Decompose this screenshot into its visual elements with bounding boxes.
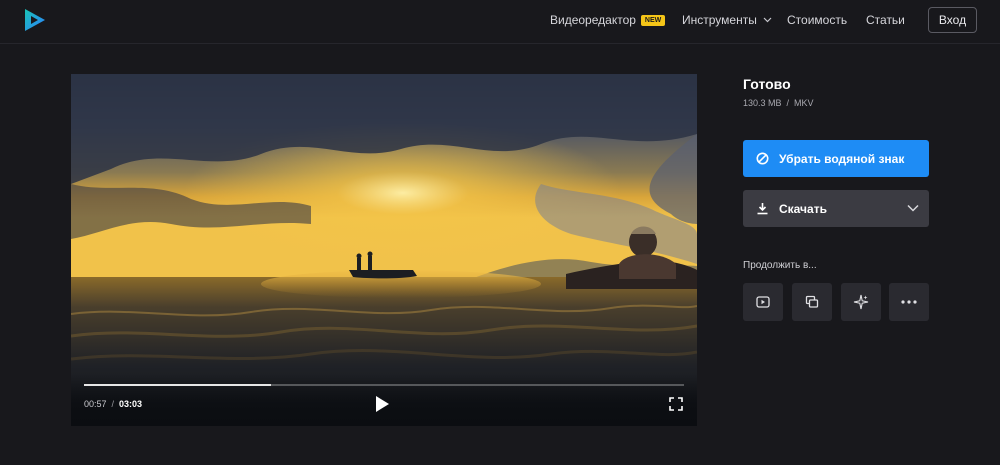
nav-pricing[interactable]: Стоимость	[787, 0, 847, 40]
nav-articles[interactable]: Статьи	[866, 0, 905, 40]
current-time: 00:57	[84, 399, 107, 409]
continue-in-label: Продолжить в...	[743, 260, 817, 271]
tool-video-player-button[interactable]	[743, 283, 783, 321]
remove-watermark-button[interactable]: Убрать водяной знак	[743, 140, 929, 177]
status-title: Готово	[743, 76, 791, 92]
nav-pricing-label: Стоимость	[787, 13, 848, 27]
total-time: 03:03	[119, 399, 143, 409]
chevron-down-icon	[763, 17, 772, 23]
play-icon[interactable]	[374, 395, 390, 413]
more-icon	[901, 300, 917, 304]
meta-separator: /	[786, 98, 790, 108]
tool-enhance-button[interactable]	[841, 283, 881, 321]
nav-video-editor[interactable]: Видеоредактор NEW	[550, 0, 666, 40]
top-header: Видеоредактор NEW Инструменты Стоимость …	[0, 0, 1000, 44]
play-logo-icon[interactable]	[22, 7, 48, 33]
tool-more-button[interactable]	[889, 283, 929, 321]
chevron-down-icon[interactable]	[907, 204, 919, 212]
time-separator: /	[111, 399, 115, 409]
remove-watermark-label: Убрать водяной знак	[779, 151, 905, 166]
layers-icon	[805, 295, 819, 308]
nav-tools-label: Инструменты	[682, 13, 757, 27]
file-format: MKV	[794, 98, 814, 108]
nav-articles-label: Статьи	[866, 13, 905, 27]
login-button[interactable]: Вход	[928, 7, 977, 33]
progress-bar[interactable]	[84, 384, 684, 386]
tool-layers-button[interactable]	[792, 283, 832, 321]
sparkle-icon	[853, 294, 869, 310]
video-player[interactable]: 00:57 / 03:03	[71, 74, 697, 426]
time-display: 00:57 / 03:03	[84, 399, 142, 409]
file-meta: 130.3 MB / MKV	[743, 98, 814, 108]
download-button[interactable]: Скачать	[743, 190, 929, 227]
fullscreen-icon[interactable]	[669, 397, 683, 411]
download-label: Скачать	[779, 201, 827, 216]
nav-video-editor-label: Видеоредактор	[550, 13, 636, 27]
file-size: 130.3 MB	[743, 98, 782, 108]
video-player-icon	[756, 296, 770, 308]
nav-tools[interactable]: Инструменты	[682, 0, 772, 40]
progress-fill	[84, 384, 271, 386]
no-sign-icon	[756, 152, 769, 165]
download-icon	[757, 203, 768, 215]
new-badge: NEW	[640, 14, 666, 26]
